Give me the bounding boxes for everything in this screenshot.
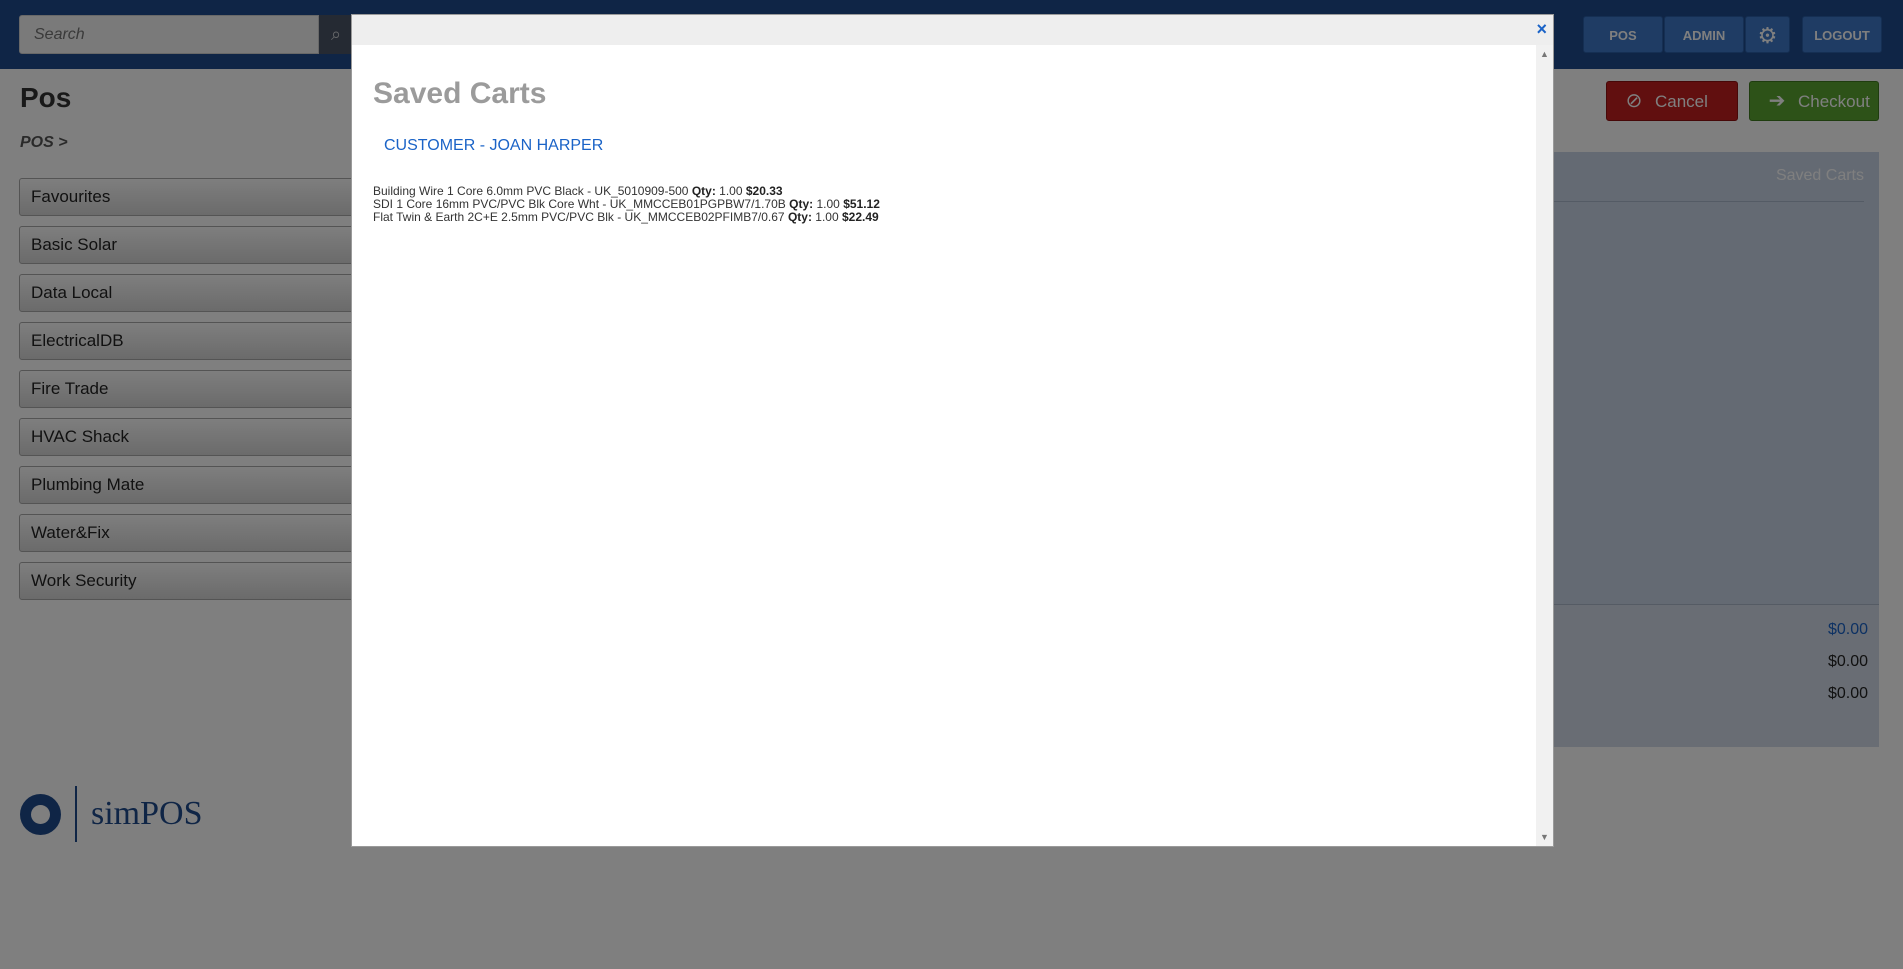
scroll-up-icon[interactable]: ▲ xyxy=(1536,49,1553,59)
item-price: $22.49 xyxy=(841,210,879,224)
item-qty: 1.00 xyxy=(719,184,743,198)
close-icon[interactable]: × xyxy=(1536,19,1547,39)
item-price: $20.33 xyxy=(745,184,783,198)
modal-titlebar: × xyxy=(352,15,1553,45)
item-name: Building Wire 1 Core 6.0mm PVC Black - U… xyxy=(373,184,689,198)
item-qty: 1.00 xyxy=(816,197,840,211)
modal-scrollbar[interactable]: ▲ ▼ xyxy=(1536,45,1553,846)
customer-cart-link[interactable]: CUSTOMER - JOAN HARPER xyxy=(384,137,603,155)
qty-label: Qty: xyxy=(691,184,716,198)
saved-cart-items: Building Wire 1 Core 6.0mm PVC Black - U… xyxy=(373,185,880,224)
item-qty: 1.00 xyxy=(815,210,839,224)
qty-label: Qty: xyxy=(789,197,814,211)
qty-label: Qty: xyxy=(787,210,812,224)
item-name: SDI 1 Core 16mm PVC/PVC Blk Core Wht - U… xyxy=(373,197,786,211)
list-item: Flat Twin & Earth 2C+E 2.5mm PVC/PVC Blk… xyxy=(373,211,880,224)
item-price: $51.12 xyxy=(843,197,880,211)
scroll-down-icon[interactable]: ▼ xyxy=(1536,832,1553,842)
item-name: Flat Twin & Earth 2C+E 2.5mm PVC/PVC Blk… xyxy=(373,210,785,224)
modal-title: Saved Carts xyxy=(373,77,547,110)
saved-carts-modal: × ▲ ▼ Saved Carts CUSTOMER - JOAN HARPER… xyxy=(351,14,1554,847)
